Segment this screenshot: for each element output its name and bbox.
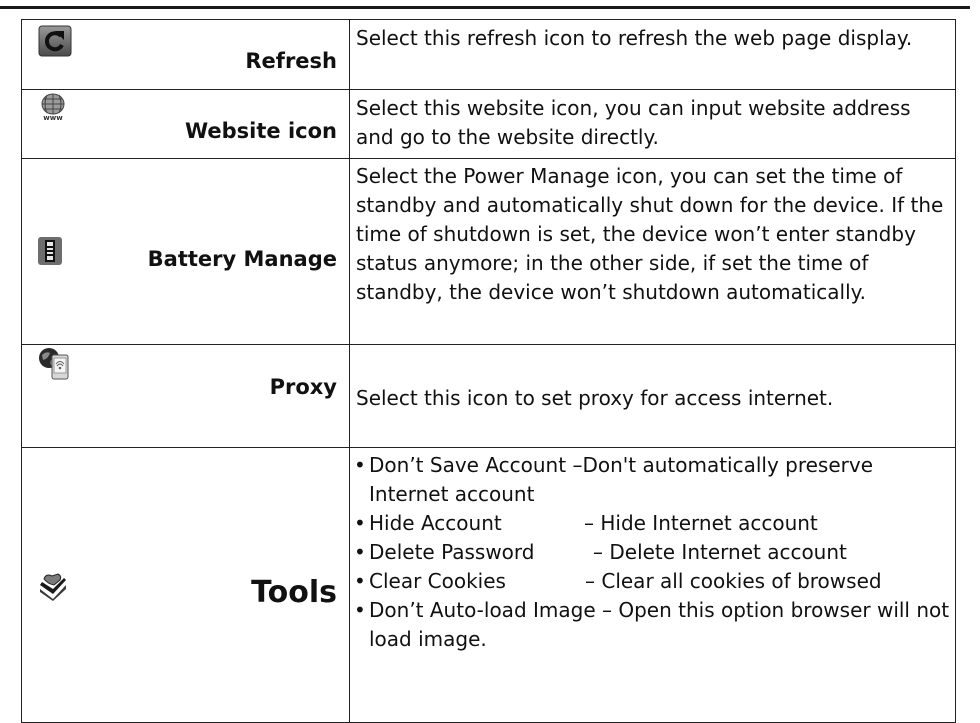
feature-name-cell: Proxy <box>21 344 350 448</box>
feature-description: Select this refresh icon to refresh the … <box>356 26 913 50</box>
list-item: Clear Cookies – Clear all cookies of brow… <box>354 567 951 596</box>
list-item: Don’t Auto-load Image – Open this option… <box>354 596 951 654</box>
option-description: – Clear all cookies of browsed <box>585 569 882 593</box>
globe-www-icon: www <box>38 93 68 125</box>
feature-description: Select the Power Manage icon, you can se… <box>356 164 944 304</box>
feature-description: Select this icon to set proxy for access… <box>356 386 834 410</box>
table-row-proxy: Proxy Select this icon to set proxy for … <box>21 344 956 448</box>
battery-icon <box>38 237 62 269</box>
feature-name-cell: Tools <box>21 447 350 723</box>
table-row-website: www Website icon Select this website ico… <box>21 89 956 159</box>
list-item: Hide Account – Hide Internet account <box>354 509 951 538</box>
feature-name-cell: www Website icon <box>21 89 350 159</box>
proxy-icon <box>38 347 72 385</box>
feature-name: Battery Manage <box>147 247 337 271</box>
option-description: – Delete Internet account <box>593 540 847 564</box>
list-item: Don’t Save Account –Don't automatically … <box>354 451 951 509</box>
option-label: Delete Password <box>369 540 535 564</box>
option-description: – Hide Internet account <box>584 511 818 535</box>
table-row-battery: Battery Manage Select the Power Manage i… <box>21 158 956 345</box>
feature-name: Proxy <box>269 375 337 399</box>
feature-description-cell: Select this website icon, you can input … <box>349 89 956 159</box>
refresh-icon <box>38 25 72 61</box>
feature-name: Tools <box>251 575 337 610</box>
feature-name-cell: Refresh <box>21 19 350 90</box>
feature-name: Website icon <box>184 119 337 143</box>
option-label: Don’t Save Account <box>369 453 567 477</box>
option-label: Hide Account <box>369 511 502 535</box>
option-label: Don’t Auto-load Image <box>369 598 596 622</box>
tools-option-list: Don’t Save Account –Don't automatically … <box>350 448 955 654</box>
table-row-refresh: Refresh Select this refresh icon to refr… <box>21 19 956 90</box>
option-label: Clear Cookies <box>369 569 506 593</box>
top-rule <box>0 6 970 9</box>
feature-description-cell: Select this icon to set proxy for access… <box>349 344 956 448</box>
feature-description: Select this website icon, you can input … <box>356 96 911 149</box>
feature-name: Refresh <box>245 49 337 73</box>
svg-text:www: www <box>43 114 63 121</box>
feature-description-cell: Select this refresh icon to refresh the … <box>349 19 956 90</box>
feature-description-cell: Select the Power Manage icon, you can se… <box>349 158 956 345</box>
list-item: Delete Password – Delete Internet account <box>354 538 951 567</box>
feature-table: Refresh Select this refresh icon to refr… <box>21 19 956 723</box>
tools-icon <box>38 572 68 606</box>
feature-description-cell: Don’t Save Account –Don't automatically … <box>349 447 956 723</box>
feature-name-cell: Battery Manage <box>21 158 350 345</box>
table-row-tools: Tools Don’t Save Account –Don't automati… <box>21 447 956 723</box>
